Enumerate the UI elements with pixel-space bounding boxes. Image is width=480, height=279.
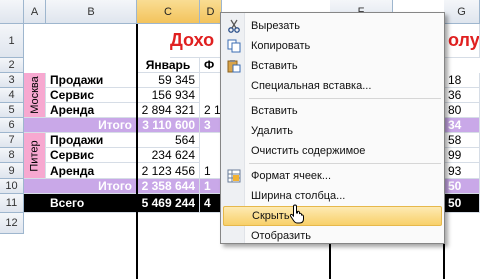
- menu-item-paste-special[interactable]: Специальная вставка...: [223, 76, 442, 96]
- menu-item-label: Отобразить: [251, 230, 311, 242]
- city-moscow-text: Москва: [28, 76, 41, 114]
- menu-item-copy[interactable]: Копировать: [223, 36, 442, 56]
- itogo-label[interactable]: Итого: [46, 179, 137, 194]
- value-cell[interactable]: 234 624: [137, 148, 200, 163]
- row-header-11[interactable]: 11: [0, 194, 24, 213]
- row-label[interactable]: Сервис: [46, 88, 137, 103]
- itogo-value-partial[interactable]: 1: [200, 179, 222, 194]
- row-header-9[interactable]: 9: [0, 163, 24, 179]
- value-cell-right[interactable]: 18: [444, 73, 480, 88]
- total-value-partial[interactable]: 4: [200, 194, 222, 213]
- value-cell-right[interactable]: 36: [444, 88, 480, 103]
- select-all-corner[interactable]: [0, 0, 24, 24]
- row-label[interactable]: Продажи: [46, 133, 137, 148]
- menu-separator: [249, 163, 441, 164]
- itogo-value-right[interactable]: 50: [444, 179, 480, 194]
- value-cell[interactable]: 2 123 456: [137, 163, 200, 179]
- value-cell-partial[interactable]: 2 1: [200, 103, 222, 118]
- total-value-right[interactable]: 50: [444, 194, 480, 213]
- row-header-1[interactable]: 1: [0, 24, 24, 58]
- format-cells-icon: [226, 168, 242, 184]
- title-cell[interactable]: Дохо: [170, 24, 222, 58]
- menu-item-paste[interactable]: Вставить: [223, 56, 442, 76]
- value-cell[interactable]: 564: [137, 133, 200, 148]
- mouse-pointer-icon: [289, 204, 304, 224]
- header-next-partial[interactable]: Ф: [200, 58, 222, 73]
- menu-separator: [249, 98, 441, 99]
- menu-item-column-width[interactable]: Ширина столбца...: [223, 186, 442, 206]
- menu-item-label: Очистить содержимое: [251, 145, 366, 157]
- value-cell[interactable]: 156 934: [137, 88, 200, 103]
- column-header-a[interactable]: A: [24, 0, 46, 24]
- row-label[interactable]: Сервис: [46, 148, 137, 163]
- city-piter-text: Питер: [28, 139, 41, 172]
- column-header-d[interactable]: D: [200, 0, 222, 24]
- value-cell[interactable]: 59 345: [137, 73, 200, 88]
- row-header-2[interactable]: 2: [0, 58, 24, 73]
- value-cell-right[interactable]: 99: [444, 148, 480, 163]
- menu-item-hide[interactable]: Скрыть: [223, 206, 442, 226]
- city-label-piter[interactable]: Питер: [24, 133, 46, 179]
- itogo-value-right[interactable]: 34: [444, 118, 480, 133]
- row-header-12[interactable]: 12: [0, 213, 24, 234]
- row-label[interactable]: Аренда: [46, 103, 137, 118]
- menu-item-label: Скрыть: [252, 210, 290, 222]
- header-january[interactable]: Январь: [137, 58, 200, 73]
- menu-item-label: Вставить: [251, 60, 298, 72]
- value-cell-right[interactable]: 80: [444, 103, 480, 118]
- itogo-value[interactable]: 2 358 644: [137, 179, 200, 194]
- menu-item-label: Вставить: [251, 105, 298, 117]
- row-label[interactable]: Продажи: [46, 73, 137, 88]
- value-cell-right[interactable]: 93: [444, 163, 480, 179]
- column-header-g[interactable]: G: [444, 0, 480, 24]
- menu-item-label: Вырезать: [251, 20, 300, 32]
- row-header-7[interactable]: 7: [0, 133, 24, 148]
- menu-item-insert[interactable]: Вставить: [223, 101, 442, 121]
- menu-item-unhide[interactable]: Отобразить: [223, 226, 442, 246]
- city-label-moscow[interactable]: Москва: [24, 73, 46, 118]
- copy-icon: [226, 38, 242, 54]
- column-header-c[interactable]: C: [137, 0, 200, 24]
- menu-item-cut[interactable]: Вырезать: [223, 16, 442, 36]
- value-cell-right[interactable]: 58: [444, 133, 480, 148]
- menu-item-label: Копировать: [251, 40, 311, 52]
- row-label[interactable]: Аренда: [46, 163, 137, 179]
- menu-item-label: Ширина столбца...: [251, 190, 346, 202]
- itogo-value-partial[interactable]: 3: [200, 118, 222, 133]
- total-label[interactable]: Всего: [46, 194, 137, 213]
- column-border-line: [136, 24, 138, 279]
- paste-icon: [226, 58, 242, 74]
- value-cell-partial[interactable]: 1: [200, 163, 222, 179]
- menu-item-clear-contents[interactable]: Очистить содержимое: [223, 141, 442, 161]
- menu-item-label: Специальная вставка...: [251, 80, 372, 92]
- menu-item-label: Удалить: [251, 125, 293, 137]
- value-cell[interactable]: 2 894 321: [137, 103, 200, 118]
- row-header-8[interactable]: 8: [0, 148, 24, 163]
- menu-item-label: Формат ячеек...: [251, 170, 332, 182]
- row-header-3[interactable]: 3: [0, 73, 24, 88]
- row-header-6[interactable]: 6: [0, 118, 24, 133]
- title-cell-right[interactable]: олу: [444, 24, 480, 58]
- total-value[interactable]: 5 469 244: [137, 194, 200, 213]
- column-header-b[interactable]: B: [46, 0, 137, 24]
- itogo-label[interactable]: Итого: [46, 118, 137, 133]
- menu-item-format-cells[interactable]: Формат ячеек...: [223, 166, 442, 186]
- row-header-4[interactable]: 4: [0, 88, 24, 103]
- menu-item-delete[interactable]: Удалить: [223, 121, 442, 141]
- row-header-5[interactable]: 5: [0, 103, 24, 118]
- row-header-10[interactable]: 10: [0, 179, 24, 194]
- scissors-icon: [226, 18, 242, 34]
- context-menu: Вырезать Копировать Вставить Специальная…: [220, 12, 445, 244]
- itogo-value[interactable]: 3 110 600: [137, 118, 200, 133]
